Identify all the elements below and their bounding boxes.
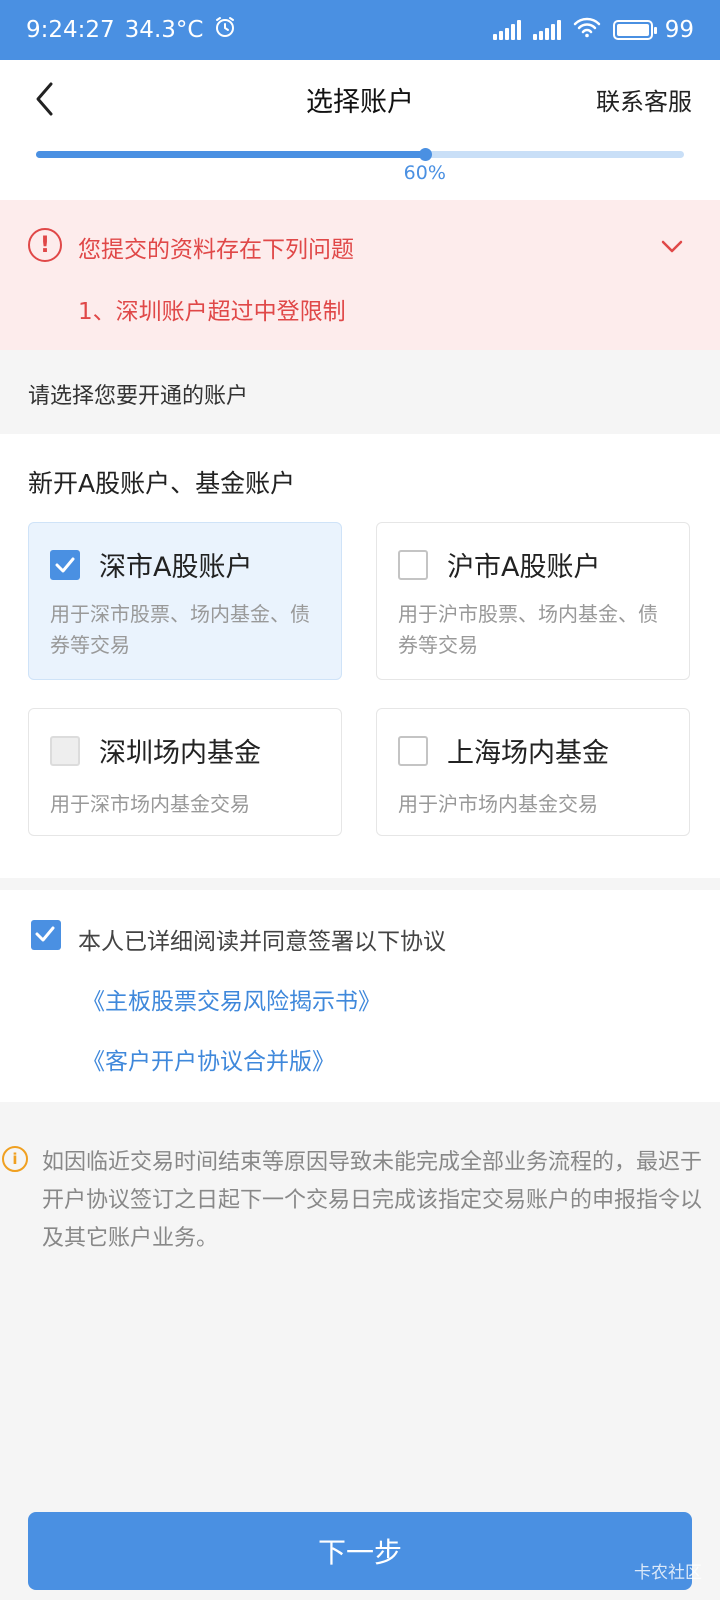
checkbox-checked[interactable] [50,550,80,580]
contact-service-button[interactable]: 联系客服 [596,82,692,117]
progress-dot [418,148,432,161]
signal-icon [492,20,521,40]
accounts-title: 新开A股账户、基金账户 [28,469,296,498]
check-icon [35,926,55,942]
agreement-link-customer-account[interactable]: 《客户开户协议合并版》 [82,1042,335,1076]
progress-fill [36,151,425,158]
error-banner[interactable]: ! 您提交的资料存在下列问题 1、深圳账户超过中登限制 [0,200,720,350]
status-time: 9:24:27 [26,17,115,43]
info-icon: i [2,1146,28,1172]
accounts-section: 新开A股账户、基金账户 深市A股账户 用于深市股票、场内基金、债券等交易 沪市A… [0,434,720,878]
alarm-icon [213,15,237,45]
status-right: 99 [492,16,694,44]
checkbox-disabled [50,736,80,766]
account-desc: 用于沪市股票、场内基金、债券等交易 [398,602,658,657]
account-name: 深市A股账户 [99,552,253,583]
account-option-sh-fund[interactable]: 上海场内基金 用于沪市场内基金交易 [376,708,690,836]
account-desc: 用于深市股票、场内基金、债券等交易 [50,602,310,657]
agreement-text: 本人已详细阅读并同意签署以下协议 [78,929,446,955]
account-option-sh-a[interactable]: 沪市A股账户 用于沪市股票、场内基金、债券等交易 [376,522,690,680]
back-button[interactable] [24,78,66,120]
account-name: 沪市A股账户 [447,552,601,583]
wifi-icon [573,16,601,44]
agreement-link-risk-disclosure[interactable]: 《主板股票交易风险揭示书》 [82,982,381,1016]
signal-icon-2 [532,20,561,40]
notice-section: i 如因临近交易时间结束等原因导致未能完成全部业务流程的，最迟于开户协议签订之日… [0,1102,720,1502]
account-option-sz-fund: 深圳场内基金 用于深市场内基金交易 [28,708,342,836]
account-desc: 用于深市场内基金交易 [50,792,250,816]
agreement-section: 本人已详细阅读并同意签署以下协议 《主板股票交易风险揭示书》 《客户开户协议合并… [0,890,720,1102]
header: 选择账户 联系客服 [0,60,720,138]
error-title: 您提交的资料存在下列问题 [78,237,354,263]
checkbox-unchecked[interactable] [398,736,428,766]
select-hint: 请选择您要开通的账户 [0,350,720,434]
error-item: 1、深圳账户超过中登限制 [78,299,346,325]
progress-track [36,148,684,161]
status-bar: 9:24:27 34.3°C 99 [0,0,720,60]
progress-label: 60% [403,162,446,184]
status-left: 9:24:27 34.3°C [26,15,237,45]
status-temperature: 34.3°C [124,17,204,43]
watermark: 卡农社区 [634,1563,702,1583]
checkbox-unchecked[interactable] [398,550,428,580]
account-name: 深圳场内基金 [99,738,261,769]
account-option-sz-a[interactable]: 深市A股账户 用于深市股票、场内基金、债券等交易 [28,522,342,680]
notice-text: 如因临近交易时间结束等原因导致未能完成全部业务流程的，最迟于开户协议签订之日起下… [42,1150,703,1251]
battery-icon [612,20,657,40]
alert-circle-icon: ! [28,228,62,262]
chevron-left-icon [36,82,53,116]
progress-area: 60% [0,138,720,200]
agreement-checkbox[interactable] [31,920,61,950]
account-name: 上海场内基金 [447,738,609,769]
check-icon [55,557,75,573]
account-desc: 用于沪市场内基金交易 [398,792,598,816]
chevron-down-icon[interactable] [660,234,684,258]
next-step-button[interactable]: 下一步 [28,1512,692,1590]
battery-level: 99 [664,17,694,43]
